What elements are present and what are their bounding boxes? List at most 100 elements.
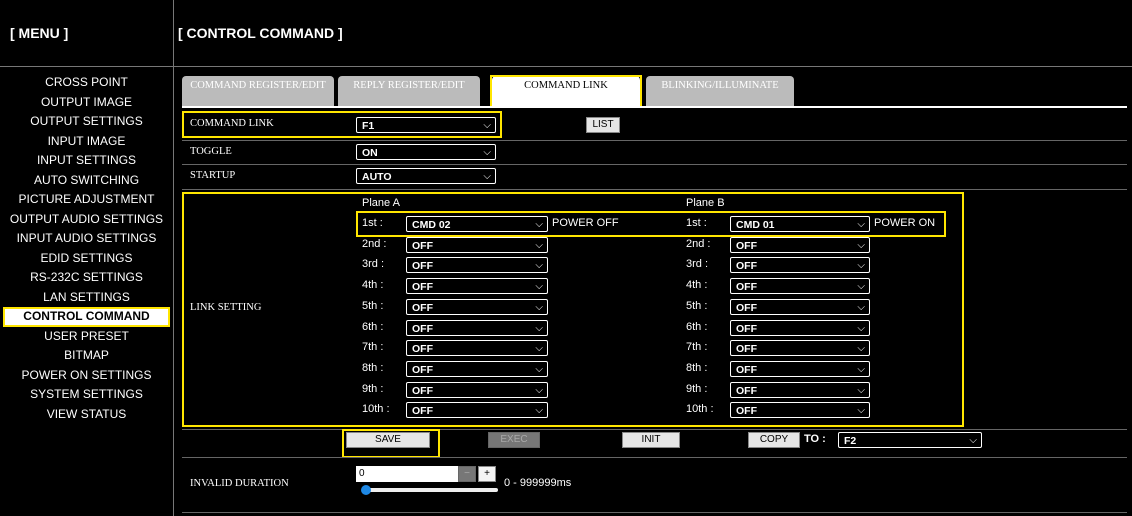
plane_b-row-3-ordinal: 3rd : — [686, 258, 709, 271]
command-link-label: COMMAND LINK — [190, 118, 274, 129]
plane_a-row-6-value: OFF — [412, 322, 433, 335]
tab-command-register-edit[interactable]: COMMAND REGISTER/EDIT — [182, 76, 334, 106]
toggle-label: TOGGLE — [190, 146, 232, 157]
sidebar-item-lan-settings[interactable]: LAN SETTINGS — [0, 288, 173, 308]
plane_a-row-6-select[interactable]: OFF ⌵ — [406, 319, 548, 336]
plane_b-row-1-select[interactable]: CMD 01 ⌵ — [730, 216, 870, 232]
plane_b-row-7-value: OFF — [736, 343, 757, 356]
init-button[interactable]: INIT — [622, 432, 680, 448]
plane_a-row-7-value: OFF — [412, 343, 433, 356]
decrement-button[interactable]: − — [458, 466, 476, 482]
to-label: TO : — [804, 433, 826, 445]
plane_a-row-3-ordinal: 3rd : — [362, 258, 385, 271]
plane_a-row-9-value: OFF — [412, 384, 433, 397]
chevron-down-icon: ⌵ — [857, 281, 865, 293]
chevron-down-icon: ⌵ — [857, 219, 865, 230]
plane_b-row-9-select[interactable]: OFF ⌵ — [730, 381, 870, 398]
sidebar-item-input-image[interactable]: INPUT IMAGE — [0, 132, 173, 152]
plane_a-row-5-value: OFF — [412, 301, 433, 314]
plane_a-row-4-select[interactable]: OFF ⌵ — [406, 278, 548, 295]
exec-button[interactable]: EXEC — [488, 432, 540, 448]
plane_a-row-10-value: OFF — [412, 405, 433, 418]
plane_a-row-1-ordinal: 1st : — [362, 217, 383, 229]
chevron-down-icon: ⌵ — [857, 322, 865, 334]
sidebar-item-user-preset[interactable]: USER PRESET — [0, 327, 173, 347]
plane_a-row-2-value: OFF — [412, 239, 433, 252]
list-button[interactable]: LIST — [586, 117, 620, 133]
plane-b-title: Plane B — [686, 197, 725, 209]
plane_a-row-9-select[interactable]: OFF ⌵ — [406, 381, 548, 398]
startup-select[interactable]: AUTO ⌵ — [356, 168, 496, 184]
plane_b-row-2-select[interactable]: OFF ⌵ — [730, 236, 870, 253]
divider — [182, 189, 1127, 190]
copy-to-value: F2 — [844, 435, 857, 447]
increment-button[interactable]: + — [478, 466, 496, 482]
plane_b-row-10-select[interactable]: OFF ⌵ — [730, 402, 870, 419]
plane_a-row-3-select[interactable]: OFF ⌵ — [406, 257, 548, 274]
slider-thumb[interactable] — [361, 485, 371, 495]
plane_a-row-5-select[interactable]: OFF ⌵ — [406, 298, 548, 315]
divider — [182, 164, 1127, 165]
plane_b-row-6-select[interactable]: OFF ⌵ — [730, 319, 870, 336]
tab-blinking-illuminate[interactable]: BLINKING/ILLUMINATE — [646, 76, 794, 106]
plane_a-row-10-select[interactable]: OFF ⌵ — [406, 402, 548, 419]
sidebar-item-power-on-settings[interactable]: POWER ON SETTINGS — [0, 366, 173, 386]
divider — [182, 457, 1127, 458]
plane-a-title: Plane A — [362, 197, 400, 209]
invalid-duration-range: 0 - 999999ms — [504, 477, 572, 489]
sidebar-item-input-audio-settings[interactable]: INPUT AUDIO SETTINGS — [0, 229, 173, 249]
plane_b-row-9-value: OFF — [736, 384, 757, 397]
sidebar-item-picture-adjustment[interactable]: PICTURE ADJUSTMENT — [0, 190, 173, 210]
plane_b-row-4-value: OFF — [736, 281, 757, 294]
plane_a-row-9-ordinal: 9th : — [362, 382, 384, 395]
sidebar: [ MENU ] CROSS POINT OUTPUT IMAGE OUTPUT… — [0, 0, 174, 516]
chevron-down-icon: ⌵ — [857, 363, 865, 375]
invalid-duration-input[interactable]: 0 — [356, 466, 458, 482]
chevron-down-icon: ⌵ — [857, 239, 865, 251]
plane_a-row-7-ordinal: 7th : — [362, 341, 384, 354]
invalid-duration-label: INVALID DURATION — [190, 478, 289, 489]
sidebar-item-output-audio-settings[interactable]: OUTPUT AUDIO SETTINGS — [0, 210, 173, 230]
copy-to-select[interactable]: F2 ⌵ — [838, 432, 982, 448]
plane_b-row-3-value: OFF — [736, 260, 757, 273]
divider — [182, 140, 1127, 141]
toggle-select[interactable]: ON ⌵ — [356, 144, 496, 160]
plane_b-row-3-select[interactable]: OFF ⌵ — [730, 257, 870, 274]
sidebar-menu: CROSS POINT OUTPUT IMAGE OUTPUT SETTINGS… — [0, 67, 173, 424]
tab-command-link[interactable]: COMMAND LINK — [492, 76, 640, 106]
sidebar-item-auto-switching[interactable]: AUTO SWITCHING — [0, 171, 173, 191]
sidebar-item-system-settings[interactable]: SYSTEM SETTINGS — [0, 385, 173, 405]
chevron-down-icon: ⌵ — [857, 343, 865, 355]
plane_a-row-1-select[interactable]: CMD 02 ⌵ — [406, 216, 548, 232]
plane_a-row-8-select[interactable]: OFF ⌵ — [406, 360, 548, 377]
sidebar-item-view-status[interactable]: VIEW STATUS — [0, 405, 173, 425]
plane_a-row-10-ordinal: 10th : — [362, 403, 390, 416]
save-button[interactable]: SAVE — [346, 432, 430, 448]
plane_a-row-7-select[interactable]: OFF ⌵ — [406, 340, 548, 357]
plane_b-row-8-select[interactable]: OFF ⌵ — [730, 360, 870, 377]
command-link-select[interactable]: F1 ⌵ — [356, 117, 496, 133]
startup-label: STARTUP — [190, 170, 236, 181]
chevron-down-icon: ⌵ — [535, 219, 543, 230]
sidebar-item-cross-point[interactable]: CROSS POINT — [0, 73, 173, 93]
sidebar-item-edid-settings[interactable]: EDID SETTINGS — [0, 249, 173, 269]
plane_a-row-4-value: OFF — [412, 281, 433, 294]
sidebar-item-output-settings[interactable]: OUTPUT SETTINGS — [0, 112, 173, 132]
copy-button[interactable]: COPY — [748, 432, 800, 448]
sidebar-item-control-command[interactable]: CONTROL COMMAND — [3, 307, 170, 327]
sidebar-item-output-image[interactable]: OUTPUT IMAGE — [0, 93, 173, 113]
sidebar-item-bitmap[interactable]: BITMAP — [0, 346, 173, 366]
sidebar-item-rs232c-settings[interactable]: RS-232C SETTINGS — [0, 268, 173, 288]
plane_a-row-2-ordinal: 2nd : — [362, 237, 387, 250]
chevron-down-icon: ⌵ — [857, 301, 865, 313]
plane_b-row-9-ordinal: 9th : — [686, 382, 708, 395]
divider — [182, 429, 1127, 430]
plane_b-row-4-select[interactable]: OFF ⌵ — [730, 278, 870, 295]
plane_b-row-5-ordinal: 5th : — [686, 299, 708, 312]
plane_b-row-7-select[interactable]: OFF ⌵ — [730, 340, 870, 357]
plane_b-row-5-select[interactable]: OFF ⌵ — [730, 298, 870, 315]
invalid-duration-slider[interactable] — [361, 485, 498, 495]
plane_a-row-2-select[interactable]: OFF ⌵ — [406, 236, 548, 253]
tab-reply-register-edit[interactable]: REPLY REGISTER/EDIT — [338, 76, 480, 106]
sidebar-item-input-settings[interactable]: INPUT SETTINGS — [0, 151, 173, 171]
